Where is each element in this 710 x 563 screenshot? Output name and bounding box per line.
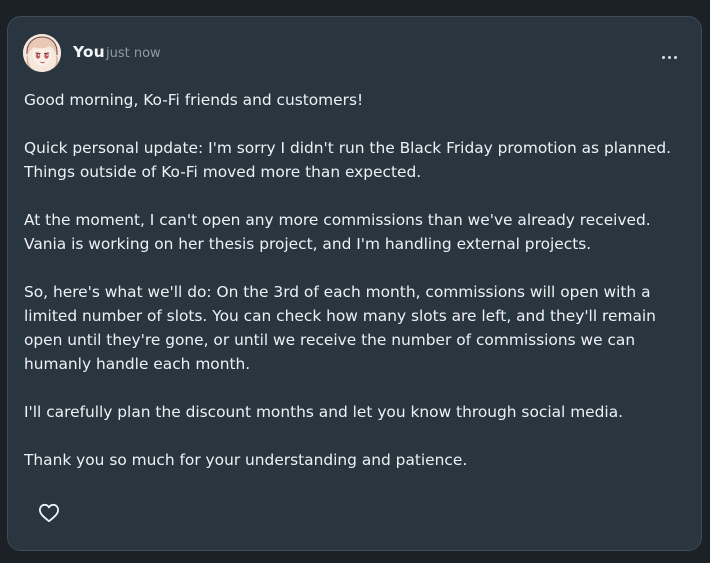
more-horizontal-icon xyxy=(662,56,665,59)
post-timestamp: just now xyxy=(106,46,161,61)
post-paragraph: I'll carefully plan the discount months … xyxy=(24,403,624,421)
post-paragraph: So, here's what we'll do: On the 3rd of … xyxy=(24,283,656,373)
more-options-button[interactable] xyxy=(660,51,684,63)
post-paragraph: At the moment, I can't open any more com… xyxy=(24,211,651,253)
post-paragraph: Thank you so much for your understanding… xyxy=(24,451,468,469)
post-card: You just now Good morning, Ko-Fi friends… xyxy=(7,16,702,551)
heart-outline-icon xyxy=(39,503,59,523)
like-button[interactable] xyxy=(38,503,60,523)
more-horizontal-icon xyxy=(674,56,677,59)
post-body: Good morning, Ko-Fi friends and customer… xyxy=(24,88,684,472)
author-name[interactable]: You xyxy=(73,43,105,61)
post-paragraph: Good morning, Ko-Fi friends and customer… xyxy=(24,91,364,109)
anime-avatar-icon xyxy=(23,34,61,72)
avatar[interactable] xyxy=(23,34,61,72)
more-horizontal-icon xyxy=(668,56,671,59)
post-paragraph: Quick personal update: I'm sorry I didn'… xyxy=(24,139,672,181)
